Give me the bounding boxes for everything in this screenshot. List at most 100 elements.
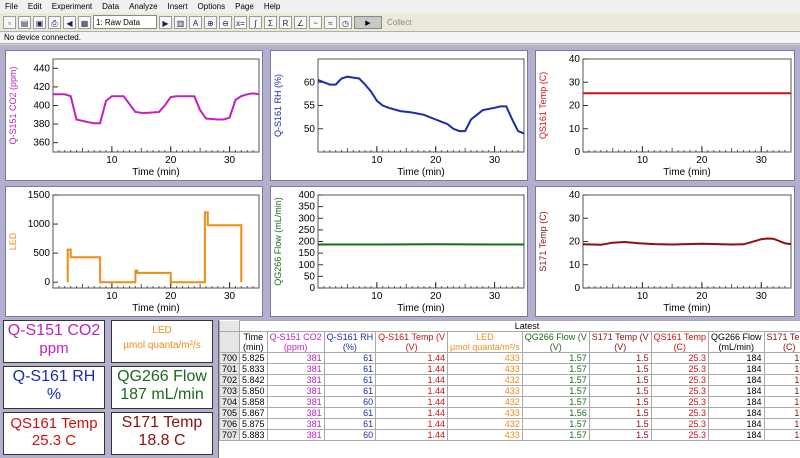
table-cell[interactable]: 184 bbox=[708, 385, 765, 397]
table-cell[interactable]: 1.5 bbox=[588, 363, 652, 375]
table-cell[interactable]: 61 bbox=[323, 374, 377, 386]
print-icon[interactable]: ⎙ bbox=[48, 15, 61, 29]
table-cell[interactable]: 60 bbox=[323, 396, 377, 408]
table-cell[interactable]: 19.6 bbox=[763, 374, 800, 386]
table-cell[interactable]: 25.3 bbox=[650, 374, 710, 386]
table-cell[interactable]: 25.3 bbox=[650, 363, 710, 375]
table-cell[interactable]: 381 bbox=[266, 407, 325, 419]
table-row[interactable]: 7045.858381601.444321.571.525.318419.6 bbox=[219, 396, 800, 408]
table-cell[interactable]: 1.44 bbox=[375, 396, 448, 408]
menu-insert[interactable]: Insert bbox=[163, 2, 193, 11]
table-cell[interactable]: 1.5 bbox=[588, 418, 652, 430]
column-header[interactable]: S171 Temp (V (V) bbox=[588, 331, 652, 353]
table-cell[interactable]: 25.3 bbox=[650, 396, 710, 408]
examine-icon[interactable]: x= bbox=[234, 15, 247, 29]
table-cell[interactable]: 381 bbox=[266, 385, 325, 397]
curve-fit-icon[interactable]: ~ bbox=[309, 15, 322, 29]
table-cell[interactable]: 1.57 bbox=[521, 352, 590, 364]
timer-icon[interactable]: ◷ bbox=[339, 15, 352, 29]
table-row[interactable]: 7035.850381611.444331.571.525.318419.6 bbox=[219, 385, 800, 397]
zoom-out-icon[interactable]: ⊖ bbox=[219, 15, 232, 29]
column-header[interactable]: QS161 Temp (C) bbox=[650, 331, 710, 353]
table-cell[interactable]: 433 bbox=[447, 429, 523, 441]
table-cell[interactable]: 1.57 bbox=[521, 385, 590, 397]
table-cell[interactable]: 25.3 bbox=[650, 407, 710, 419]
graph-co2[interactable]: 10 20 30 360 380 400 420 440 Time (min) Q-S151 CO… bbox=[5, 50, 263, 181]
table-cell[interactable]: 1.44 bbox=[375, 363, 448, 375]
stats-icon[interactable]: Σ bbox=[264, 15, 277, 29]
table-cell[interactable]: 19.6 bbox=[763, 407, 800, 419]
meter-rh[interactable]: Q-S161 RH % bbox=[3, 366, 105, 409]
table-cell[interactable]: 61 bbox=[323, 352, 377, 364]
table-cell[interactable]: 5.833 bbox=[239, 363, 268, 375]
integral-icon[interactable]: ∫ bbox=[249, 15, 262, 29]
data-table[interactable]: Latest Time (min) Q-S151 CO2 (ppm) Q-S161 RH… bbox=[218, 320, 800, 458]
table-cell[interactable]: 1.57 bbox=[521, 418, 590, 430]
table-row[interactable]: 7055.867381611.444331.561.525.318419.6 bbox=[219, 407, 800, 419]
graph-led[interactable]: 10 20 30 0 500 1000 1500 Time (min) LED bbox=[5, 186, 263, 317]
meter-co2[interactable]: Q-S151 CO2 ppm bbox=[3, 320, 105, 363]
save-icon[interactable]: ▣ bbox=[33, 15, 46, 29]
table-cell[interactable]: 5.867 bbox=[239, 407, 268, 419]
table-cell[interactable]: 381 bbox=[266, 418, 325, 430]
collect-button[interactable]: ▶ bbox=[354, 15, 382, 29]
meter-flow[interactable]: QG266 Flow 187 mL/min bbox=[111, 366, 213, 409]
prev-page-icon[interactable]: ▶ bbox=[159, 15, 172, 29]
table-cell[interactable]: 5.825 bbox=[239, 352, 268, 364]
open-folder-icon[interactable]: ▤ bbox=[18, 15, 31, 29]
menu-edit[interactable]: Edit bbox=[23, 2, 47, 11]
column-header[interactable]: Time (min) bbox=[239, 331, 268, 353]
fit-icon[interactable]: R bbox=[279, 15, 292, 29]
table-cell[interactable]: 1.5 bbox=[588, 407, 652, 419]
table-cell[interactable]: 61 bbox=[323, 418, 377, 430]
table-cell[interactable]: 25.3 bbox=[650, 352, 710, 364]
table-row[interactable]: 7075.883381601.444331.571.525.318419.6 bbox=[219, 429, 800, 441]
menu-data[interactable]: Data bbox=[97, 2, 124, 11]
table-icon[interactable]: ▦ bbox=[78, 15, 91, 29]
column-header[interactable]: S171 Temp(C) bbox=[763, 331, 800, 353]
table-row[interactable]: 7065.875381611.444321.571.525.318419.6 bbox=[219, 418, 800, 430]
table-cell[interactable]: 1.44 bbox=[375, 374, 448, 386]
table-cell[interactable]: 5.883 bbox=[239, 429, 268, 441]
table-cell[interactable]: 60 bbox=[323, 429, 377, 441]
graph-rh[interactable]: 10 20 30 50 55 60 Time (min) Q-S161 RH (%) bbox=[270, 50, 528, 181]
table-cell[interactable]: 19.6 bbox=[763, 385, 800, 397]
table-cell[interactable]: 433 bbox=[447, 363, 523, 375]
table-cell[interactable]: 184 bbox=[708, 418, 765, 430]
table-cell[interactable]: 1.56 bbox=[521, 407, 590, 419]
dataset-select[interactable]: 1: Raw Data bbox=[93, 15, 157, 29]
table-cell[interactable]: 184 bbox=[708, 396, 765, 408]
table-cell[interactable]: 25.3 bbox=[650, 429, 710, 441]
menu-analyze[interactable]: Analyze bbox=[124, 2, 162, 11]
graph-s171-temp[interactable]: 10 20 30 0 10 20 30 40 Time (min) S171 Temp (C) bbox=[535, 186, 795, 317]
table-cell[interactable]: 184 bbox=[708, 352, 765, 364]
table-cell[interactable]: 1.5 bbox=[588, 352, 652, 364]
table-cell[interactable]: 1.5 bbox=[588, 429, 652, 441]
table-row[interactable]: 7015.833381611.444331.571.525.318419.6 bbox=[219, 363, 800, 375]
graph-qs161-temp[interactable]: 10 20 30 0 10 20 30 40 Time (min) QS161 Temp (C) bbox=[535, 50, 795, 181]
page-icon[interactable]: ▥ bbox=[174, 15, 187, 29]
table-cell[interactable]: 5.850 bbox=[239, 385, 268, 397]
table-cell[interactable]: 5.842 bbox=[239, 374, 268, 386]
table-cell[interactable]: 19.6 bbox=[763, 363, 800, 375]
table-row[interactable]: 7005.825381611.444331.571.525.318419.6 bbox=[219, 352, 800, 364]
graph-flow[interactable]: 10 20 30 0 50 100 150 200 250 300 350 400 Time (min)… bbox=[270, 186, 528, 317]
menu-experiment[interactable]: Experiment bbox=[47, 2, 97, 11]
table-cell[interactable]: 1.5 bbox=[588, 374, 652, 386]
table-cell[interactable]: 5.858 bbox=[239, 396, 268, 408]
table-cell[interactable]: 184 bbox=[708, 363, 765, 375]
table-cell[interactable]: 381 bbox=[266, 352, 325, 364]
tangent-icon[interactable]: ∠ bbox=[294, 15, 307, 29]
table-cell[interactable]: 1.44 bbox=[375, 429, 448, 441]
menu-page[interactable]: Page bbox=[230, 2, 259, 11]
table-row[interactable]: 7025.842381611.444321.571.525.318419.6 bbox=[219, 374, 800, 386]
back-icon[interactable]: ◀ bbox=[63, 15, 76, 29]
interpolate-icon[interactable]: ≈ bbox=[324, 15, 337, 29]
table-cell[interactable]: 25.3 bbox=[650, 385, 710, 397]
table-cell[interactable]: 432 bbox=[447, 396, 523, 408]
table-cell[interactable]: 433 bbox=[447, 407, 523, 419]
table-cell[interactable]: 1.44 bbox=[375, 407, 448, 419]
meter-led[interactable]: LED µmol quanta/m²/s bbox=[111, 320, 213, 363]
table-cell[interactable]: 433 bbox=[447, 385, 523, 397]
table-cell[interactable]: 1.44 bbox=[375, 385, 448, 397]
